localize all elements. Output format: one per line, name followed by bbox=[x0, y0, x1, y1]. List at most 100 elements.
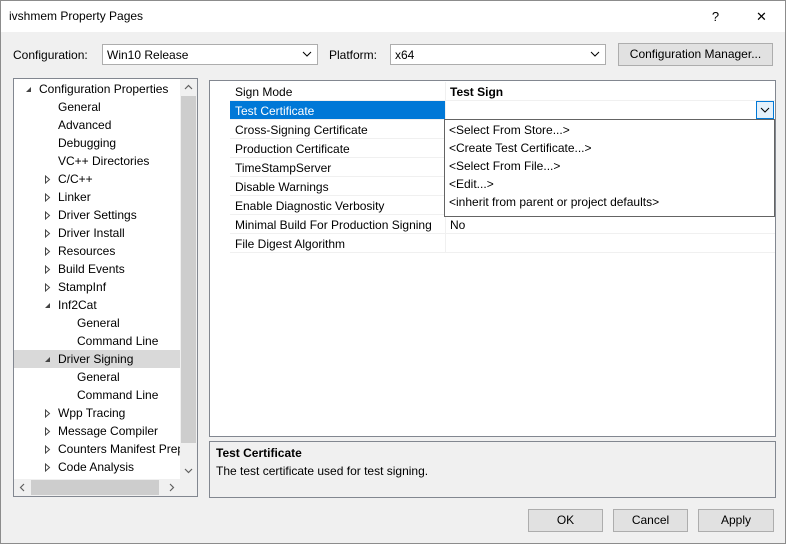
tree-item[interactable]: Driver Signing bbox=[14, 350, 180, 368]
column-divider bbox=[445, 234, 446, 253]
tree-item[interactable]: Configuration Properties bbox=[14, 80, 180, 98]
collapsed-arrow-icon[interactable] bbox=[43, 283, 52, 292]
property-name: Disable Warnings bbox=[235, 180, 329, 194]
tree-item[interactable]: Code Analysis bbox=[14, 458, 180, 476]
tree-item-label: Wpp Tracing bbox=[58, 406, 126, 420]
tree-item-label: Resources bbox=[58, 244, 116, 258]
property-name: Test Certificate bbox=[235, 104, 315, 118]
expanded-arrow-icon[interactable] bbox=[24, 85, 33, 94]
tree-item[interactable]: Linker bbox=[14, 188, 180, 206]
chevron-left-icon[interactable] bbox=[18, 483, 27, 492]
tree-item-label: General bbox=[77, 316, 120, 330]
tree-item-label: Counters Manifest Prep bbox=[58, 442, 185, 456]
tree-item[interactable]: Wpp Tracing bbox=[14, 404, 180, 422]
property-name: TimeStampServer bbox=[235, 161, 332, 175]
cancel-button[interactable]: Cancel bbox=[613, 509, 688, 532]
tree-item[interactable]: Build Events bbox=[14, 260, 180, 278]
tree-item[interactable]: Command Line bbox=[14, 386, 180, 404]
collapsed-arrow-icon[interactable] bbox=[43, 265, 52, 274]
column-divider bbox=[445, 215, 446, 234]
tree-item-label: Command Line bbox=[77, 388, 159, 402]
collapsed-arrow-icon[interactable] bbox=[43, 409, 52, 418]
tree-item[interactable]: Advanced bbox=[14, 116, 180, 134]
dropdown-option[interactable]: <inherit from parent or project defaults… bbox=[449, 193, 659, 211]
tree-item[interactable]: StampInf bbox=[14, 278, 180, 296]
property-tree: Configuration Properties General Advanced D… bbox=[13, 78, 198, 497]
dropdown-option[interactable]: <Select From Store...> bbox=[449, 121, 570, 139]
tree-item[interactable]: Resources bbox=[14, 242, 180, 260]
close-button[interactable]: ✕ bbox=[739, 1, 784, 32]
collapsed-arrow-icon[interactable] bbox=[43, 463, 52, 472]
tree-vertical-scrollbar[interactable] bbox=[180, 79, 197, 479]
tree-item[interactable]: General bbox=[14, 368, 180, 386]
tree-item-label: Advanced bbox=[58, 118, 112, 132]
configuration-value: Win10 Release bbox=[107, 48, 189, 62]
chevron-down-icon[interactable] bbox=[184, 466, 193, 475]
tree-item-label: StampInf bbox=[58, 280, 107, 294]
chevron-right-icon[interactable] bbox=[167, 483, 176, 492]
tree-horizontal-scrollbar[interactable] bbox=[14, 479, 197, 496]
dropdown-option[interactable]: <Select From File...> bbox=[449, 157, 560, 175]
collapsed-arrow-icon[interactable] bbox=[43, 229, 52, 238]
property-row[interactable]: Sign Mode Test Sign bbox=[230, 82, 775, 101]
property-row[interactable]: Test Certificate bbox=[230, 101, 775, 120]
property-name: File Digest Algorithm bbox=[235, 237, 346, 251]
tree-item-label: Linker bbox=[58, 190, 91, 204]
tree-item[interactable]: Driver Install bbox=[14, 224, 180, 242]
tree-item-label: General bbox=[77, 370, 120, 384]
tree-item[interactable]: Debugging bbox=[14, 134, 180, 152]
dropdown-option[interactable]: <Edit...> bbox=[449, 175, 494, 193]
tree-item[interactable]: General bbox=[14, 98, 180, 116]
collapsed-arrow-icon[interactable] bbox=[43, 427, 52, 436]
dropdown-option[interactable]: <Create Test Certificate...> bbox=[449, 139, 592, 157]
property-name: Cross-Signing Certificate bbox=[235, 123, 368, 137]
tree-item-label: Driver Signing bbox=[58, 352, 134, 366]
platform-value: x64 bbox=[395, 48, 415, 62]
property-pages-window: ivshmem Property Pages ? ✕ Configuration… bbox=[0, 0, 786, 544]
chevron-down-icon bbox=[760, 107, 770, 113]
tree-item-label: VC++ Directories bbox=[58, 154, 150, 168]
test-certificate-dropdown-button[interactable] bbox=[756, 101, 774, 119]
expanded-arrow-icon[interactable] bbox=[43, 301, 52, 310]
property-value[interactable]: Test Sign bbox=[450, 85, 503, 99]
tree-item[interactable]: Counters Manifest Prep bbox=[14, 440, 184, 458]
expanded-arrow-icon[interactable] bbox=[43, 355, 52, 364]
tree-item-label: Driver Install bbox=[58, 226, 125, 240]
help-button[interactable]: ? bbox=[693, 1, 738, 32]
tree-item-label: Driver Settings bbox=[58, 208, 137, 222]
description-panel: Test Certificate The test certificate us… bbox=[209, 441, 776, 498]
chevron-up-icon[interactable] bbox=[184, 83, 193, 92]
property-row[interactable]: File Digest Algorithm bbox=[230, 234, 775, 253]
tree-item-label: C/C++ bbox=[58, 172, 93, 186]
tree-item-label: Debugging bbox=[58, 136, 117, 150]
tree-item[interactable]: C/C++ bbox=[14, 170, 180, 188]
property-value[interactable]: No bbox=[450, 218, 465, 232]
tree-hscroll-thumb[interactable] bbox=[31, 480, 159, 495]
apply-button[interactable]: Apply bbox=[698, 509, 774, 532]
tree-item[interactable]: VC++ Directories bbox=[14, 152, 180, 170]
configuration-manager-button[interactable]: Configuration Manager... bbox=[618, 43, 773, 66]
property-name: Production Certificate bbox=[235, 142, 350, 156]
tree-item[interactable]: Command Line bbox=[14, 332, 180, 350]
collapsed-arrow-icon[interactable] bbox=[43, 175, 52, 184]
collapsed-arrow-icon[interactable] bbox=[43, 211, 52, 220]
test-certificate-dropdown-list: <Select From Store...> <Create Test Certi… bbox=[444, 119, 775, 217]
configuration-select[interactable]: Win10 Release bbox=[102, 44, 318, 65]
description-title: Test Certificate bbox=[216, 446, 302, 460]
tree-item-label: Command Line bbox=[77, 334, 159, 348]
collapsed-arrow-icon[interactable] bbox=[43, 193, 52, 202]
column-divider bbox=[445, 82, 446, 101]
collapsed-arrow-icon[interactable] bbox=[43, 247, 52, 256]
collapsed-arrow-icon[interactable] bbox=[43, 445, 52, 454]
grid-gutter bbox=[210, 81, 230, 436]
tree-item[interactable]: Driver Settings bbox=[14, 206, 180, 224]
ok-button[interactable]: OK bbox=[528, 509, 603, 532]
tree-item[interactable]: Inf2Cat bbox=[14, 296, 180, 314]
column-divider bbox=[445, 101, 446, 120]
tree-item[interactable]: Message Compiler bbox=[14, 422, 180, 440]
property-row[interactable]: Minimal Build For Production Signing No bbox=[230, 215, 775, 234]
tree-item-label: Message Compiler bbox=[58, 424, 159, 438]
tree-item[interactable]: General bbox=[14, 314, 180, 332]
platform-select[interactable]: x64 bbox=[390, 44, 606, 65]
tree-scroll-thumb[interactable] bbox=[181, 96, 196, 443]
